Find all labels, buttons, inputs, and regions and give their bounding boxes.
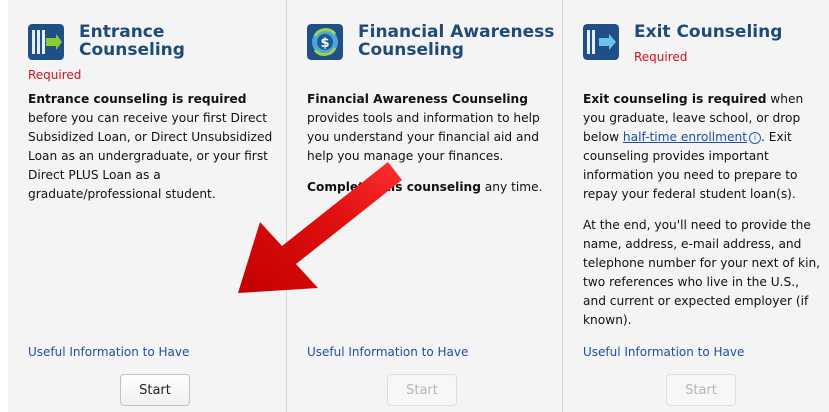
card-title-line2: Counseling xyxy=(79,40,185,60)
description2-bold: this counseling xyxy=(376,180,481,194)
description-bold: Financial Awareness Counseling xyxy=(307,92,528,106)
svg-text:$: $ xyxy=(320,36,329,51)
required-label: Required xyxy=(634,50,688,64)
card-title: Exit Counseling xyxy=(634,23,782,41)
description-text: provides tools and information to help y… xyxy=(307,111,540,163)
start-button[interactable]: Start xyxy=(120,374,190,406)
card-title-line1: Entrance xyxy=(79,22,165,42)
useful-information-link[interactable]: Useful Information to Have xyxy=(583,345,744,359)
dollar-coin-icon: $ xyxy=(307,24,343,60)
description-bold: Exit counseling is required xyxy=(583,92,767,106)
info-icon[interactable]: i xyxy=(749,131,761,144)
entrance-counseling-card: Entrance Counseling Required Entrance co… xyxy=(8,0,287,412)
financial-awareness-counseling-card: $ Financial Awareness Counseling Financi… xyxy=(287,0,563,412)
half-time-enrollment-link[interactable]: half-time enrollment xyxy=(623,130,747,144)
entrance-door-icon xyxy=(28,24,64,60)
start-button[interactable]: Start xyxy=(666,374,736,406)
description2-text: any time. xyxy=(480,180,543,194)
card-title-line1: Financial Awareness xyxy=(358,22,555,42)
card-title: Financial Awareness Counseling xyxy=(358,23,554,59)
useful-information-link[interactable]: Useful Information to Have xyxy=(307,345,468,359)
card-title-line1: Exit Counseling xyxy=(634,22,783,42)
exit-door-icon xyxy=(583,24,619,60)
card-title: Entrance Counseling xyxy=(79,23,185,59)
card-header: Exit Counseling Required xyxy=(583,23,823,68)
card-description: Entrance counseling is required before y… xyxy=(28,90,276,216)
useful-information-link[interactable]: Useful Information to Have xyxy=(28,345,189,359)
exit-counseling-card: Exit Counseling Required Exit counseling… xyxy=(563,0,829,412)
start-button[interactable]: Start xyxy=(387,374,457,406)
description2-pre: Complete xyxy=(307,180,377,194)
description-bold: Entrance counseling is required xyxy=(28,92,247,106)
card-header: Entrance Counseling xyxy=(28,23,280,68)
card-title-line2: Counseling xyxy=(358,40,464,60)
description-paragraph-2: At the end, you'll need to provide the n… xyxy=(583,218,821,327)
card-header: $ Financial Awareness Counseling xyxy=(307,23,556,68)
required-label: Required xyxy=(28,68,82,82)
description-text: before you can receive your first Direct… xyxy=(28,111,273,201)
card-description: Financial Awareness Counseling provides … xyxy=(307,90,552,209)
card-description: Exit counseling is required when you gra… xyxy=(583,90,823,342)
